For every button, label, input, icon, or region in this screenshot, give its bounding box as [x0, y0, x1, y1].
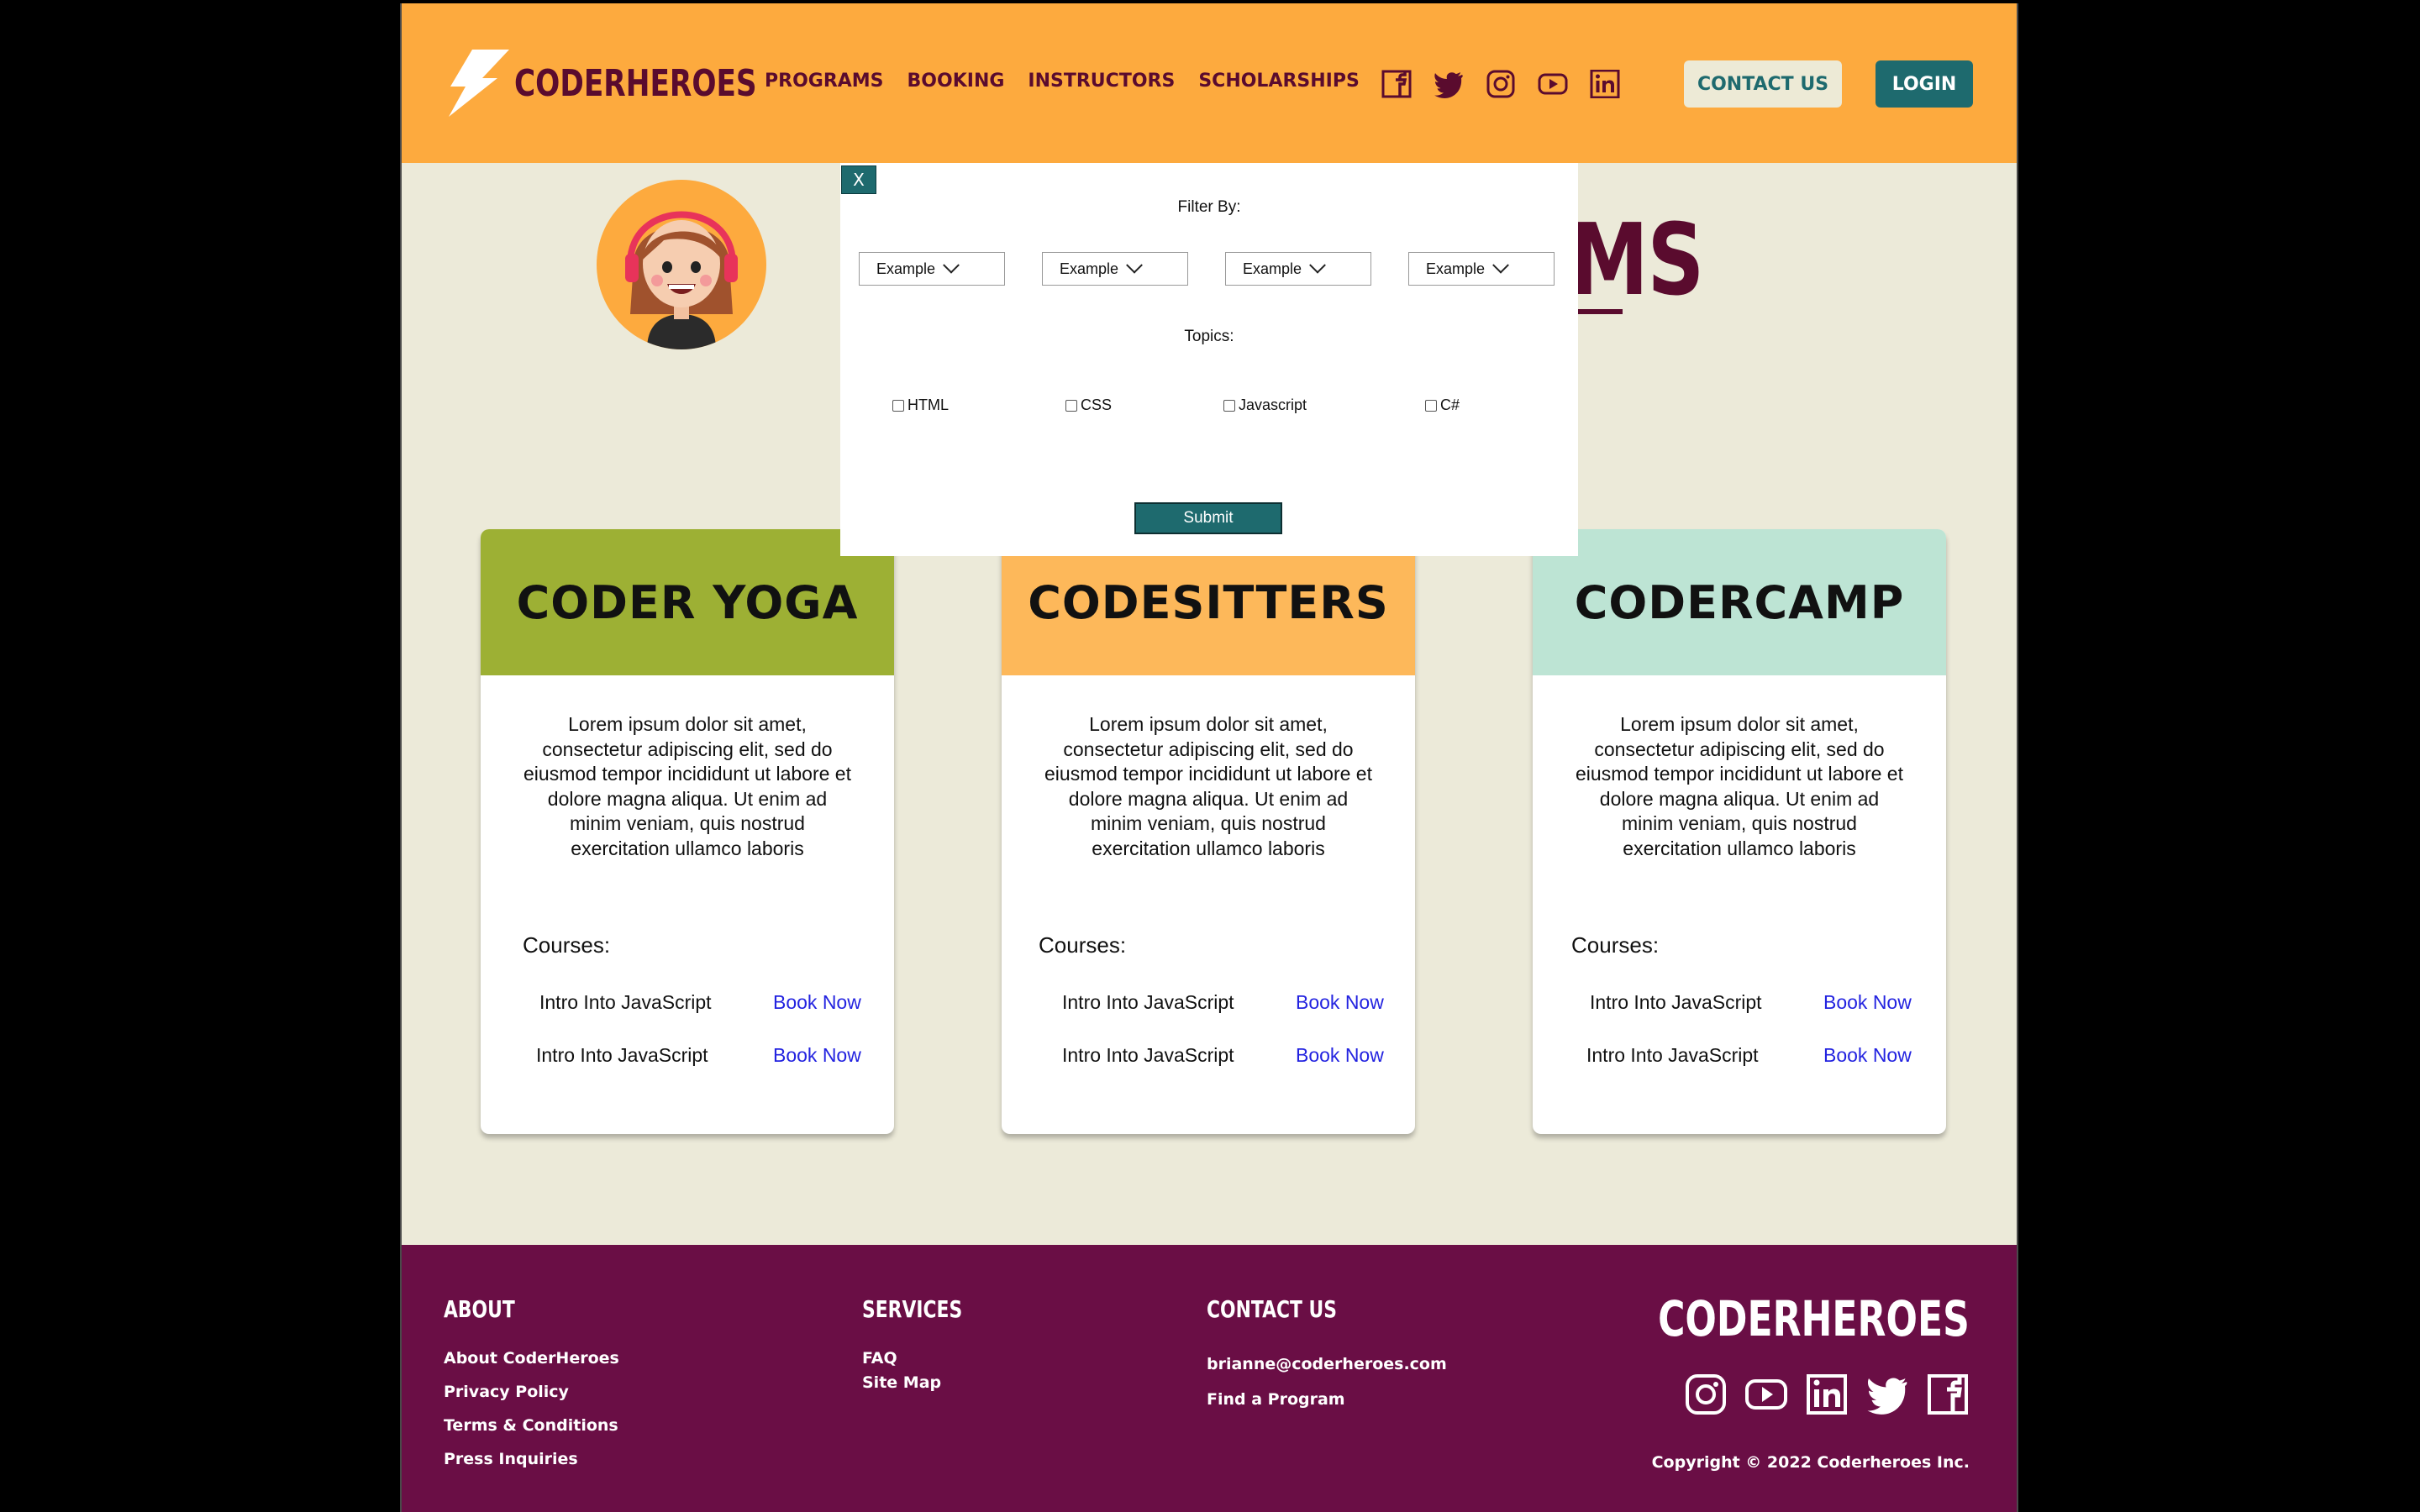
footer-link-find-program[interactable]: Find a Program — [1207, 1390, 1345, 1409]
courses-label: Courses: — [1039, 932, 1127, 958]
course-name: Intro Into JavaScript — [1062, 991, 1234, 1013]
youtube-icon[interactable] — [1536, 69, 1570, 99]
facebook-icon[interactable] — [1926, 1373, 1970, 1416]
lightning-bolt-icon — [449, 50, 509, 117]
linkedin-icon[interactable] — [1805, 1373, 1849, 1416]
card-description: Lorem ipsum dolor sit amet, consectetur … — [1044, 713, 1372, 859]
chevron-down-icon — [1126, 256, 1143, 274]
book-now-link[interactable]: Book Now — [1296, 1044, 1384, 1067]
book-now-link[interactable]: Book Now — [1823, 1044, 1912, 1067]
footer-heading-services: SERVICES — [862, 1295, 963, 1323]
footer-link-email[interactable]: brianne@coderheroes.com — [1207, 1355, 1447, 1373]
checkbox[interactable] — [1425, 399, 1437, 412]
course-name: Intro Into JavaScript — [1062, 1044, 1234, 1066]
footer-heading-contact: CONTACT US — [1207, 1295, 1337, 1323]
page: CODERHEROES PROGRAMS BOOKING INSTRUCTORS… — [400, 3, 2018, 1512]
submit-button[interactable]: Submit — [1134, 502, 1282, 534]
topics-label: Topics: — [1184, 328, 1234, 345]
footer-link-privacy[interactable]: Privacy Policy — [444, 1383, 569, 1401]
youtube-icon[interactable] — [1744, 1373, 1788, 1416]
select-value: Example — [876, 260, 936, 277]
topic-javascript[interactable]: Javascript — [1223, 396, 1307, 414]
page-title: MS — [1570, 202, 1704, 318]
nav-booking[interactable]: BOOKING — [908, 71, 1005, 92]
card-description: Lorem ipsum dolor sit amet, consectetur … — [1576, 713, 1903, 859]
linkedin-icon[interactable] — [1588, 69, 1622, 99]
book-now-link[interactable]: Book Now — [773, 1044, 861, 1067]
footer-social-links — [1684, 1373, 1970, 1416]
course-name: Intro Into JavaScript — [1590, 991, 1762, 1013]
contact-us-button[interactable]: CONTACT US — [1684, 60, 1842, 108]
course-name: Intro Into JavaScript — [539, 991, 712, 1013]
filter-select-2[interactable]: Example — [1042, 252, 1188, 286]
checkbox[interactable] — [892, 399, 904, 412]
card-title: CODERCAMP — [1533, 529, 1946, 675]
select-value: Example — [1060, 260, 1119, 277]
footer-heading-about: ABOUT — [444, 1295, 515, 1323]
site-footer: ABOUT About CoderHeroes Privacy Policy T… — [402, 1245, 2017, 1512]
chevron-down-icon — [1309, 256, 1326, 274]
courses-label: Courses: — [523, 932, 611, 958]
filter-select-4[interactable]: Example — [1408, 252, 1555, 286]
site-header: CODERHEROES PROGRAMS BOOKING INSTRUCTORS… — [402, 3, 2017, 163]
footer-link-sitemap[interactable]: Site Map — [862, 1373, 941, 1392]
twitter-icon[interactable] — [1865, 1373, 1909, 1416]
header-social-links — [1380, 69, 1622, 99]
filter-selects: Example Example Example Example — [859, 252, 1555, 286]
footer-link-press[interactable]: Press Inquiries — [444, 1450, 578, 1468]
card-description: Lorem ipsum dolor sit amet, consectetur … — [523, 713, 851, 859]
program-card-codercamp: CODERCAMP Lorem ipsum dolor sit amet, co… — [1533, 529, 1946, 1134]
courses-label: Courses: — [1571, 932, 1660, 958]
checkbox[interactable] — [1065, 399, 1077, 412]
chevron-down-icon — [943, 256, 960, 274]
footer-brand: CODERHEROES — [1658, 1290, 1970, 1347]
select-value: Example — [1243, 260, 1302, 277]
filter-select-1[interactable]: Example — [859, 252, 1005, 286]
close-button[interactable]: X — [841, 165, 876, 194]
footer-link-about[interactable]: About CoderHeroes — [444, 1349, 619, 1368]
nav-instructors[interactable]: INSTRUCTORS — [1028, 71, 1175, 92]
filter-by-label: Filter By: — [1177, 198, 1241, 216]
nav-programs[interactable]: PROGRAMS — [765, 71, 884, 92]
topic-css[interactable]: CSS — [1065, 396, 1112, 414]
filter-select-3[interactable]: Example — [1225, 252, 1371, 286]
instructor-avatar — [597, 180, 766, 349]
checkbox[interactable] — [1223, 399, 1235, 412]
copyright: Copyright © 2022 Coderheroes Inc. — [1651, 1453, 1970, 1472]
twitter-icon[interactable] — [1432, 69, 1465, 99]
footer-link-faq[interactable]: FAQ — [862, 1349, 897, 1368]
book-now-link[interactable]: Book Now — [1296, 991, 1384, 1014]
nav-scholarships[interactable]: SCHOLARSHIPS — [1198, 71, 1360, 92]
title-underline — [1574, 309, 1623, 314]
topic-html[interactable]: HTML — [892, 396, 949, 414]
course-name: Intro Into JavaScript — [1586, 1044, 1759, 1066]
filter-modal: X Filter By: Example Example Example Exa… — [840, 163, 1578, 556]
login-button[interactable]: LOGIN — [1876, 60, 1973, 108]
program-card-codesitters: CODESITTERS Lorem ipsum dolor sit amet, … — [1002, 529, 1415, 1134]
facebook-icon[interactable] — [1380, 69, 1413, 99]
book-now-link[interactable]: Book Now — [1823, 991, 1912, 1014]
instagram-icon[interactable] — [1484, 69, 1518, 99]
main-nav: PROGRAMS BOOKING INSTRUCTORS SCHOLARSHIP… — [765, 71, 1383, 92]
book-now-link[interactable]: Book Now — [773, 991, 861, 1014]
instagram-icon[interactable] — [1684, 1373, 1728, 1416]
card-title: CODER YOGA — [481, 529, 894, 675]
select-value: Example — [1426, 260, 1486, 277]
course-name: Intro Into JavaScript — [536, 1044, 708, 1066]
footer-link-terms[interactable]: Terms & Conditions — [444, 1416, 618, 1435]
topic-csharp[interactable]: C# — [1425, 396, 1460, 414]
chevron-down-icon — [1492, 256, 1509, 274]
program-card-coder-yoga: CODER YOGA Lorem ipsum dolor sit amet, c… — [481, 529, 894, 1134]
logo-text: CODERHEROES — [514, 61, 757, 105]
